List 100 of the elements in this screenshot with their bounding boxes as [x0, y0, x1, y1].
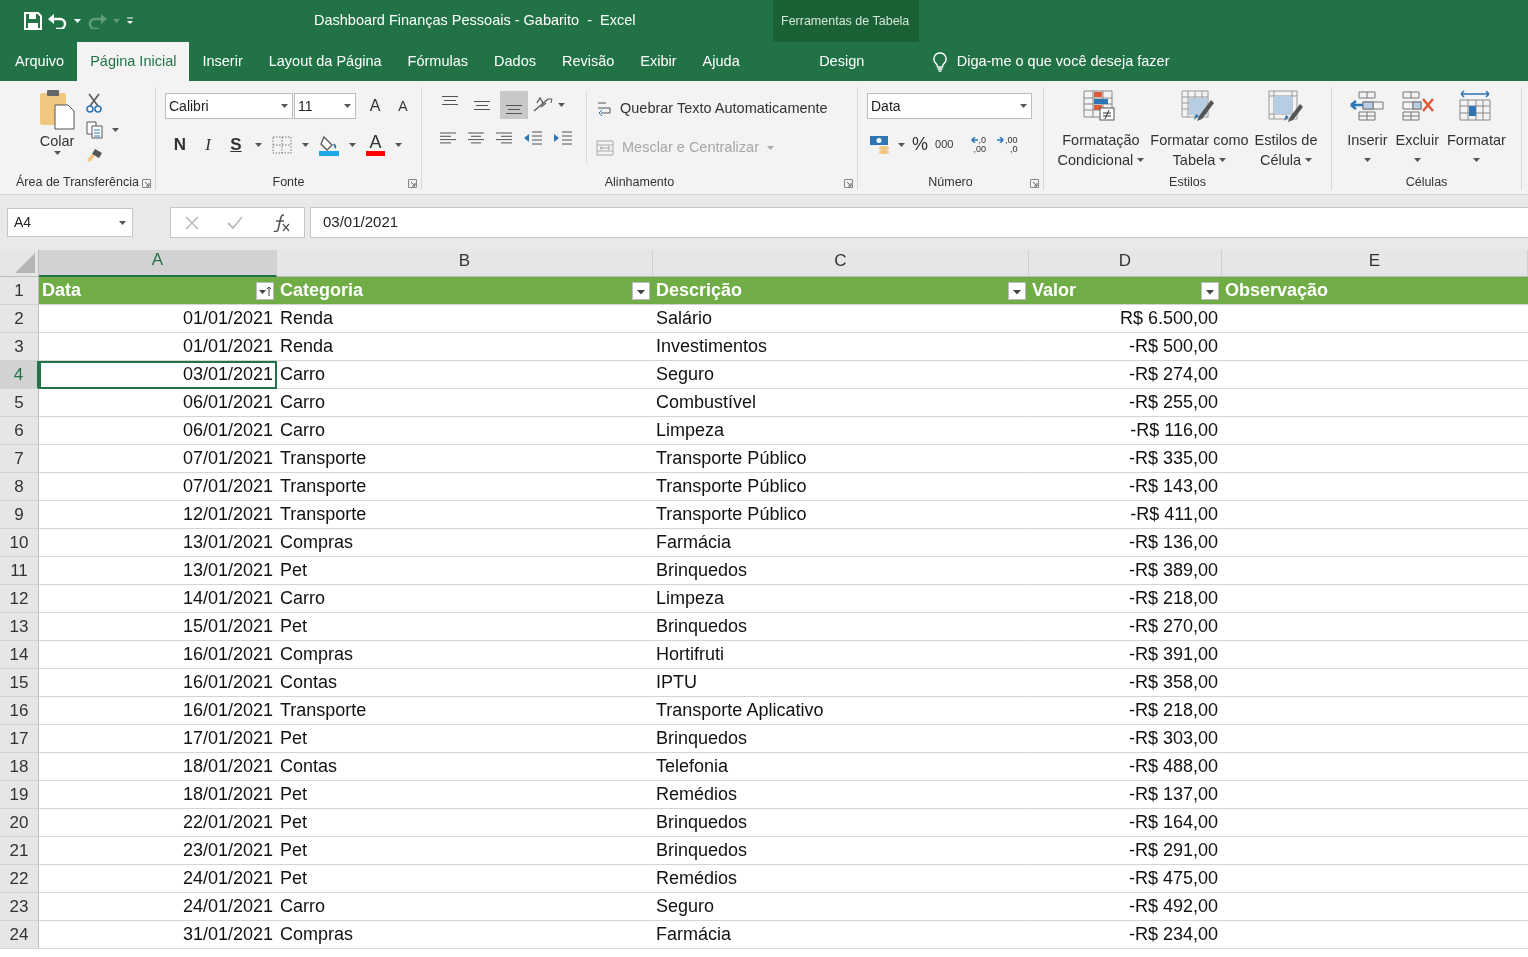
style-gallery-button[interactable]: Formatação Condicional	[1055, 90, 1147, 174]
cells-button[interactable]: Formatar	[1445, 90, 1508, 174]
paste-button[interactable]: Colar	[36, 89, 78, 174]
comma-style-button[interactable]: 000	[935, 136, 954, 153]
wrap-text-button[interactable]: Quebrar Texto Automaticamente	[596, 95, 828, 123]
caret-icon	[112, 128, 119, 132]
style-gallery-button[interactable]: Estilos de Célula	[1252, 90, 1320, 174]
bottom-align-button[interactable]	[500, 91, 528, 119]
row-header[interactable]: 3	[0, 333, 39, 361]
dialog-launcher-icon[interactable]	[1030, 179, 1039, 188]
table-cell: -R$ 335,00	[1029, 445, 1222, 473]
row-header[interactable]: 8	[0, 473, 39, 501]
column-header[interactable]: E	[1222, 250, 1528, 277]
align-left-icon[interactable]	[439, 131, 457, 145]
ribbon-tab[interactable]: Design	[768, 42, 915, 81]
caret-icon	[113, 19, 120, 23]
checkmark-icon[interactable]	[227, 215, 244, 230]
row-header[interactable]: 19	[0, 781, 39, 809]
fill-color-icon[interactable]	[319, 133, 339, 156]
underline-button[interactable]: S	[227, 132, 245, 158]
style-gallery-button[interactable]: Formatar como Tabela	[1148, 90, 1251, 174]
align-center-icon[interactable]	[467, 131, 485, 145]
number-format-dropdown[interactable]: Data	[867, 93, 1032, 119]
table-cell: Pet	[277, 781, 653, 809]
row-header[interactable]: 23	[0, 893, 39, 921]
row-header[interactable]: 21	[0, 837, 39, 865]
name-box[interactable]: A4	[7, 208, 133, 237]
font-color-button[interactable]: A	[366, 133, 385, 156]
ribbon-tab[interactable]: Revisão	[548, 42, 628, 81]
table-cell: Remédios	[653, 865, 1029, 893]
cut-icon[interactable]	[86, 93, 102, 113]
increase-decimal-button[interactable]: ,0 ,00	[970, 135, 986, 154]
ribbon-tab[interactable]: Arquivo	[2, 42, 78, 81]
table-header-text: Valor	[1032, 279, 1077, 302]
row-header[interactable]: 16	[0, 697, 39, 725]
row-header[interactable]: 13	[0, 613, 39, 641]
row-header[interactable]: 17	[0, 725, 39, 753]
increase-indent-icon[interactable]	[553, 130, 573, 146]
ribbon-tab[interactable]: Ajuda	[689, 42, 753, 81]
row-header[interactable]: 2	[0, 305, 39, 333]
filter-button[interactable]	[632, 281, 650, 300]
ribbon-tab[interactable]: Dados	[481, 42, 549, 81]
row-header[interactable]: 20	[0, 809, 39, 837]
ribbon-tab[interactable]: Fórmulas	[394, 42, 482, 81]
ribbon-tab[interactable]: Layout da Página	[255, 42, 395, 81]
table-cell: -R$ 389,00	[1029, 557, 1222, 585]
cells-button[interactable]: Inserir	[1345, 90, 1390, 174]
cells-button[interactable]: Excluir	[1393, 90, 1441, 174]
filter-button[interactable]	[1201, 281, 1219, 300]
column-header[interactable]: A	[39, 250, 277, 277]
tell-me-search[interactable]: Diga-me o que você deseja fazer	[956, 50, 1170, 73]
filter-button[interactable]	[1008, 281, 1026, 300]
row-header[interactable]: 9	[0, 501, 39, 529]
row-header[interactable]: 7	[0, 445, 39, 473]
row-header[interactable]: 12	[0, 585, 39, 613]
table-cell: R$ 6.500,00	[1029, 305, 1222, 333]
row-header[interactable]: 14	[0, 641, 39, 669]
group-label: Número	[927, 174, 974, 190]
dialog-launcher-icon[interactable]	[142, 179, 151, 188]
dialog-launcher-icon[interactable]	[844, 179, 853, 188]
align-right-icon[interactable]	[495, 131, 513, 145]
ribbon-tab[interactable]: Exibir	[627, 42, 690, 81]
customize-icon[interactable]	[126, 17, 134, 25]
table-cell: Pet	[277, 865, 653, 893]
column-header[interactable]: C	[653, 250, 1029, 277]
row-header[interactable]: 5	[0, 389, 39, 417]
row-header[interactable]: 1	[0, 277, 39, 305]
row-header[interactable]: 4	[0, 361, 39, 389]
money-coins-icon[interactable]	[869, 134, 891, 155]
row-header[interactable]: 11	[0, 557, 39, 585]
bold-button[interactable]: N	[171, 132, 189, 158]
formula-input[interactable]: 03/01/2021	[310, 207, 1528, 238]
dialog-launcher-icon[interactable]	[408, 179, 417, 188]
save-icon[interactable]	[24, 12, 42, 30]
row-header[interactable]: 18	[0, 753, 39, 781]
italic-button[interactable]: I	[199, 132, 217, 158]
undo-icon[interactable]	[48, 13, 68, 29]
column-header[interactable]: D	[1029, 250, 1222, 277]
column-header[interactable]: B	[277, 250, 653, 277]
insert-function-icon[interactable]	[271, 213, 290, 232]
decrease-font-size-button[interactable]: A	[393, 95, 413, 117]
copy-icon[interactable]	[86, 121, 104, 139]
percent-style-button[interactable]: %	[912, 131, 928, 158]
decrease-decimal-button[interactable]: ,00 ,0	[996, 135, 1018, 154]
table-cell: Transporte Público	[653, 501, 1029, 529]
row-header[interactable]: 6	[0, 417, 39, 445]
table-cell: 24/01/2021	[39, 893, 277, 921]
font-name-dropdown[interactable]: Calibri	[165, 93, 293, 119]
row-header[interactable]: 10	[0, 529, 39, 557]
increase-font-size-button[interactable]: A	[365, 94, 385, 118]
row-header[interactable]: 24	[0, 921, 39, 949]
table-cell: -R$ 137,00	[1029, 781, 1222, 809]
filter-button[interactable]	[256, 281, 274, 300]
font-size-dropdown[interactable]: 11	[294, 93, 356, 119]
ribbon-tab[interactable]: Página Inicial	[77, 42, 190, 81]
format-painter-icon[interactable]	[86, 147, 104, 163]
ribbon-tab[interactable]: Inserir	[189, 42, 256, 81]
decrease-indent-icon[interactable]	[523, 130, 543, 146]
row-header[interactable]: 15	[0, 669, 39, 697]
row-header[interactable]: 22	[0, 865, 39, 893]
